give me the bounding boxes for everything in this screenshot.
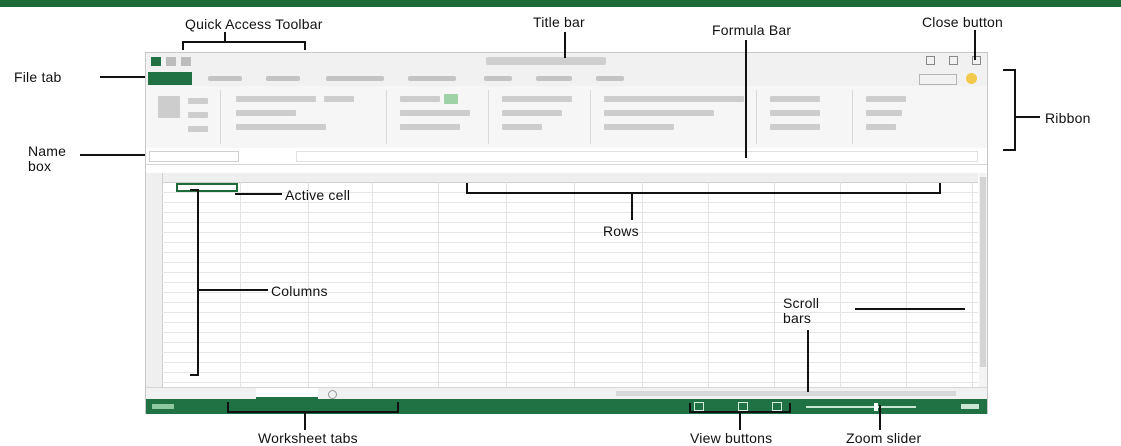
label-formula-bar: Formula Bar xyxy=(712,22,792,38)
label-columns: Columns xyxy=(271,283,328,299)
label-name-box: Name box xyxy=(28,143,67,174)
label-quick-access-toolbar: Quick Access Toolbar xyxy=(185,16,323,32)
label-close-button: Close button xyxy=(922,14,1004,30)
label-ribbon: Ribbon xyxy=(1045,110,1091,126)
label-active-cell: Active cell xyxy=(285,187,351,203)
ribbon-bracket xyxy=(1003,69,1016,151)
label-rows: Rows xyxy=(603,223,639,239)
label-worksheet-tabs: Worksheet tabs xyxy=(258,430,358,446)
view-buttons-bracket xyxy=(689,403,791,413)
label-file-tab: File tab xyxy=(14,69,62,85)
label-zoom-slider: Zoom slider xyxy=(846,430,922,446)
callout-lines xyxy=(80,30,1040,430)
label-scroll-bars: Scroll bars xyxy=(783,295,820,326)
columns-bracket xyxy=(190,189,199,376)
label-title-bar: Title bar xyxy=(533,14,585,30)
rows-bracket xyxy=(466,183,941,194)
worksheet-tabs-bracket xyxy=(227,402,399,413)
label-view-buttons: View buttons xyxy=(690,430,773,446)
qat-bracket xyxy=(182,41,306,50)
